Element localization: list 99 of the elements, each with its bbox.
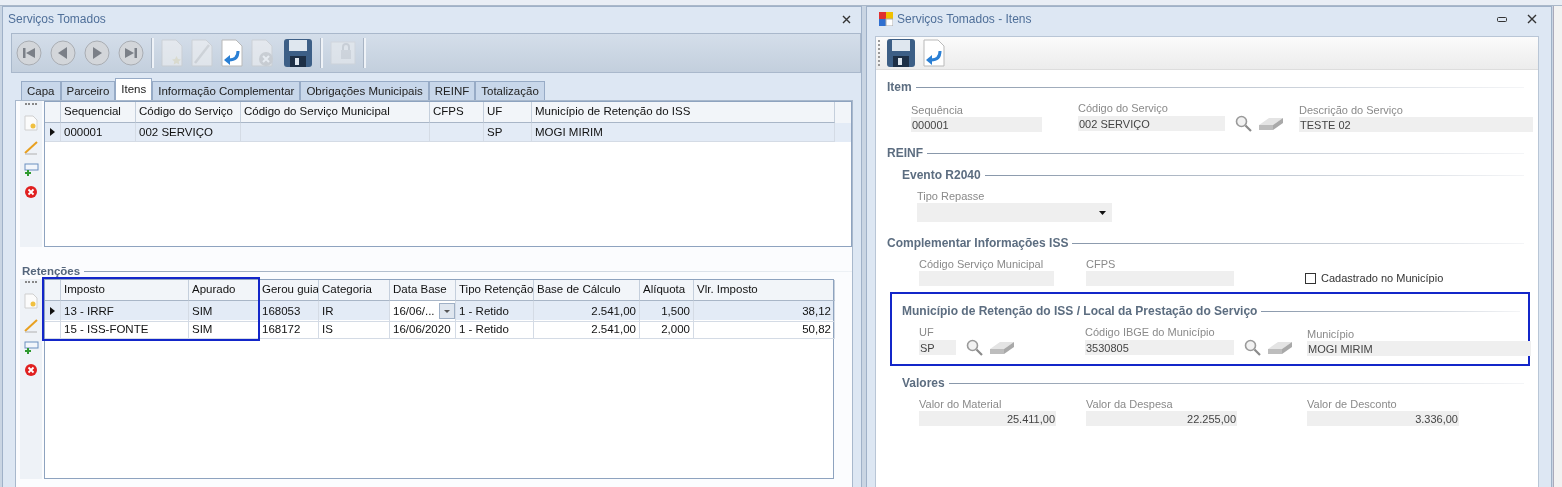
table-cell: 1,500 — [640, 301, 694, 322]
section-title: REINF — [887, 146, 923, 160]
table-cell: 2.541,00 — [534, 301, 640, 322]
checkbox-box[interactable] — [1305, 272, 1316, 284]
delete-row-icon[interactable] — [24, 363, 38, 377]
table-cell — [430, 123, 484, 142]
lock-icon — [330, 40, 356, 66]
field-label: Código IBGE do Município — [1085, 326, 1216, 338]
table-row[interactable]: 13 - IRRF SIM 168053 IR 16/06/... 1 - Retido 2.541,00 1,500 38,12 — [45, 301, 833, 320]
tab[interactable]: Parceiro — [60, 81, 116, 100]
tab[interactable]: REINF — [428, 81, 476, 100]
minimize-icon[interactable] — [1497, 16, 1507, 22]
app-icon — [879, 12, 893, 26]
grip-icon — [25, 281, 37, 285]
tab[interactable]: Itens — [115, 78, 153, 100]
undo-document-icon — [221, 39, 243, 67]
field-label: Código Serviço Municipal — [919, 258, 1045, 270]
table-cell: 1 - Retido — [456, 301, 534, 322]
table-cell: 38,12 — [694, 301, 835, 322]
text-field[interactable]: SP — [919, 340, 956, 355]
save-icon — [886, 38, 916, 68]
date-dropdown[interactable]: 16/06/... — [390, 301, 456, 322]
field-label: Valor da Despesa — [1086, 398, 1174, 410]
table-cell: IS — [319, 320, 390, 339]
new-row-icon[interactable] — [24, 293, 38, 309]
search-icon[interactable] — [1244, 339, 1261, 356]
tab[interactable]: Informação Complementar — [152, 81, 301, 100]
field-label: Descrição do Serviço — [1299, 104, 1404, 116]
current-row-icon — [50, 307, 55, 315]
field-label: Tipo Repasse — [917, 190, 986, 202]
text-field[interactable]: 3530805 — [1085, 340, 1234, 355]
table-row[interactable]: 15 - ISS-FONTE SIM 168172 IS 16/06/2020 1 - Retido 2.541,00 2,000 50,82 — [45, 320, 833, 339]
table-cell: 1 - Retido — [456, 320, 534, 339]
first-record-icon — [16, 40, 42, 66]
tab[interactable]: Obrigações Municipais — [300, 81, 429, 100]
delete-row-icon[interactable] — [24, 185, 38, 199]
text-field[interactable]: 002 SERVIÇO — [1078, 116, 1225, 131]
table-row[interactable]: 000001 002 SERVIÇO SP MOGI MIRIM — [45, 123, 851, 142]
section-title: Município de Retenção do ISS / Local da Prestação do Serviço — [902, 304, 1258, 318]
add-row-icon[interactable] — [23, 341, 39, 355]
edit-row-icon[interactable] — [24, 139, 38, 155]
field-label: Município — [1307, 328, 1356, 340]
section-title: Item — [887, 80, 912, 94]
grip-icon — [25, 103, 37, 107]
search-icon[interactable] — [1235, 115, 1252, 132]
field-label: UF — [919, 326, 935, 338]
edit-document-icon — [191, 39, 213, 67]
dropdown-arrow-icon[interactable] — [1099, 210, 1106, 215]
table-cell: 16/06/2020 — [390, 320, 456, 339]
add-row-icon[interactable] — [23, 163, 39, 177]
table-cell: MOGI MIRIM — [532, 123, 835, 142]
previous-record-icon — [50, 40, 76, 66]
new-row-icon[interactable] — [24, 115, 38, 131]
current-row-icon — [50, 128, 55, 136]
section-title: Retenções — [22, 265, 81, 277]
table-cell: 2.541,00 — [534, 320, 640, 339]
table-cell: 50,82 — [694, 320, 835, 339]
window-title: Serviços Tomados — [8, 12, 106, 26]
section-title: Evento R2040 — [902, 168, 981, 182]
section-title: Complementar Informações ISS — [887, 236, 1069, 250]
table-cell: SP — [484, 123, 532, 142]
text-field[interactable]: 000001 — [911, 117, 1042, 132]
tab[interactable]: Capa — [21, 81, 61, 100]
delete-document-icon — [251, 39, 275, 67]
text-field[interactable]: 22.255,00 — [1086, 411, 1237, 426]
table-cell: 13 - IRRF — [61, 301, 189, 322]
eraser-icon[interactable] — [1258, 116, 1284, 131]
eraser-icon[interactable] — [1267, 340, 1293, 355]
field-label: Código do Serviço — [1078, 102, 1169, 114]
toolbar-button[interactable] — [282, 38, 314, 68]
new-document-icon — [161, 39, 183, 67]
undo-document-icon — [922, 39, 946, 67]
text-field[interactable]: 25.411,00 — [919, 411, 1056, 426]
table-cell: SIM — [189, 301, 259, 322]
text-field[interactable]: MOGI MIRIM — [1307, 341, 1531, 356]
tab[interactable]: Totalização — [475, 81, 545, 100]
toolbar-button[interactable] — [885, 38, 917, 68]
table-cell: 168053 — [259, 301, 319, 322]
window-title: Serviços Tomados - Itens — [897, 12, 1032, 26]
dropdown-field[interactable] — [917, 203, 1112, 222]
table-cell: 2,000 — [640, 320, 694, 339]
next-record-icon — [84, 40, 110, 66]
section-title: Valores — [902, 376, 945, 390]
field-label: Sequência — [911, 104, 964, 116]
field-label: CFPS — [1086, 258, 1117, 270]
field-label: Valor de Desconto — [1307, 398, 1398, 410]
table-cell: 002 SERVIÇO — [136, 123, 241, 142]
text-field[interactable]: 3.336,00 — [1307, 411, 1459, 426]
close-icon[interactable] — [1527, 14, 1537, 24]
search-icon[interactable] — [966, 339, 983, 356]
table-cell: 168172 — [259, 320, 319, 339]
edit-row-icon[interactable] — [24, 317, 38, 333]
field-label: Valor do Material — [919, 398, 1003, 410]
eraser-icon[interactable] — [989, 340, 1015, 355]
table-cell: 000001 — [61, 123, 136, 142]
text-field[interactable]: TESTE 02 — [1299, 117, 1533, 132]
save-icon — [283, 38, 313, 68]
last-record-icon — [118, 40, 144, 66]
close-icon[interactable] — [842, 14, 851, 24]
